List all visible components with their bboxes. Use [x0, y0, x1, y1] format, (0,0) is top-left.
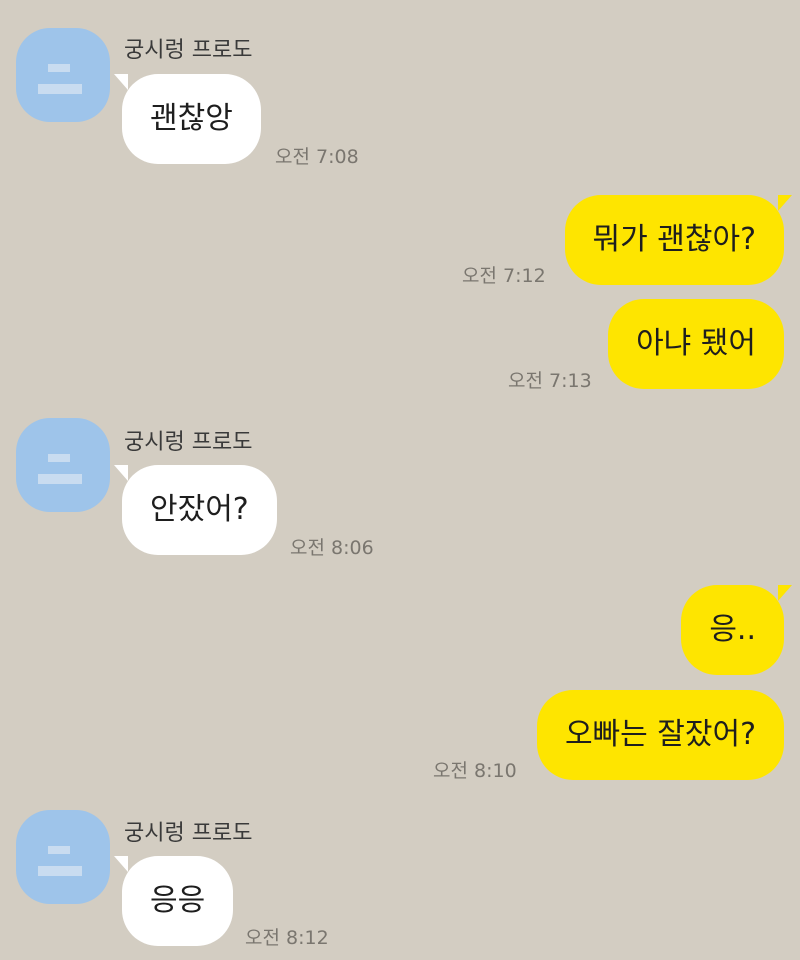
chat-room[interactable]: 궁시렁 프로도 괜찮앙 오전 7:08 뭐가 괜찮아? 오전 7:12 아냐 됐…: [0, 0, 800, 960]
avatar[interactable]: [16, 418, 110, 512]
avatar-pixel-block: [38, 84, 82, 94]
avatar-pixel-block: [48, 64, 70, 72]
message-bubble[interactable]: 오빠는 잘잤어?: [536, 690, 784, 780]
message-bubble[interactable]: 응응: [113, 856, 234, 946]
message-bubble[interactable]: 안잤어?: [114, 465, 277, 555]
sender-name: 궁시렁 프로도: [124, 430, 253, 455]
avatar[interactable]: [16, 28, 110, 122]
message-time: 오전 8:06: [290, 537, 374, 559]
message-time: 오전 7:08: [275, 146, 359, 168]
message-time: 오전 7:12: [462, 265, 546, 287]
avatar-pixel-block: [48, 846, 70, 854]
message-bubble[interactable]: 뭐가 괜찮아?: [564, 195, 793, 285]
message-bubble[interactable]: 응..: [681, 585, 792, 675]
avatar[interactable]: [16, 810, 110, 904]
message-time: 오전 7:13: [508, 370, 592, 392]
avatar-pixel-block: [48, 454, 70, 462]
message-bubble[interactable]: 아냐 됐어: [608, 299, 784, 389]
sender-name: 궁시렁 프로도: [124, 38, 253, 63]
avatar-pixel-block: [38, 474, 82, 484]
message-time: 오전 8:12: [245, 927, 329, 949]
sender-name: 궁시렁 프로도: [124, 821, 253, 846]
avatar-pixel-block: [38, 866, 82, 876]
message-time: 오전 8:10: [433, 760, 517, 782]
message-bubble[interactable]: 괜찮앙: [114, 74, 261, 164]
